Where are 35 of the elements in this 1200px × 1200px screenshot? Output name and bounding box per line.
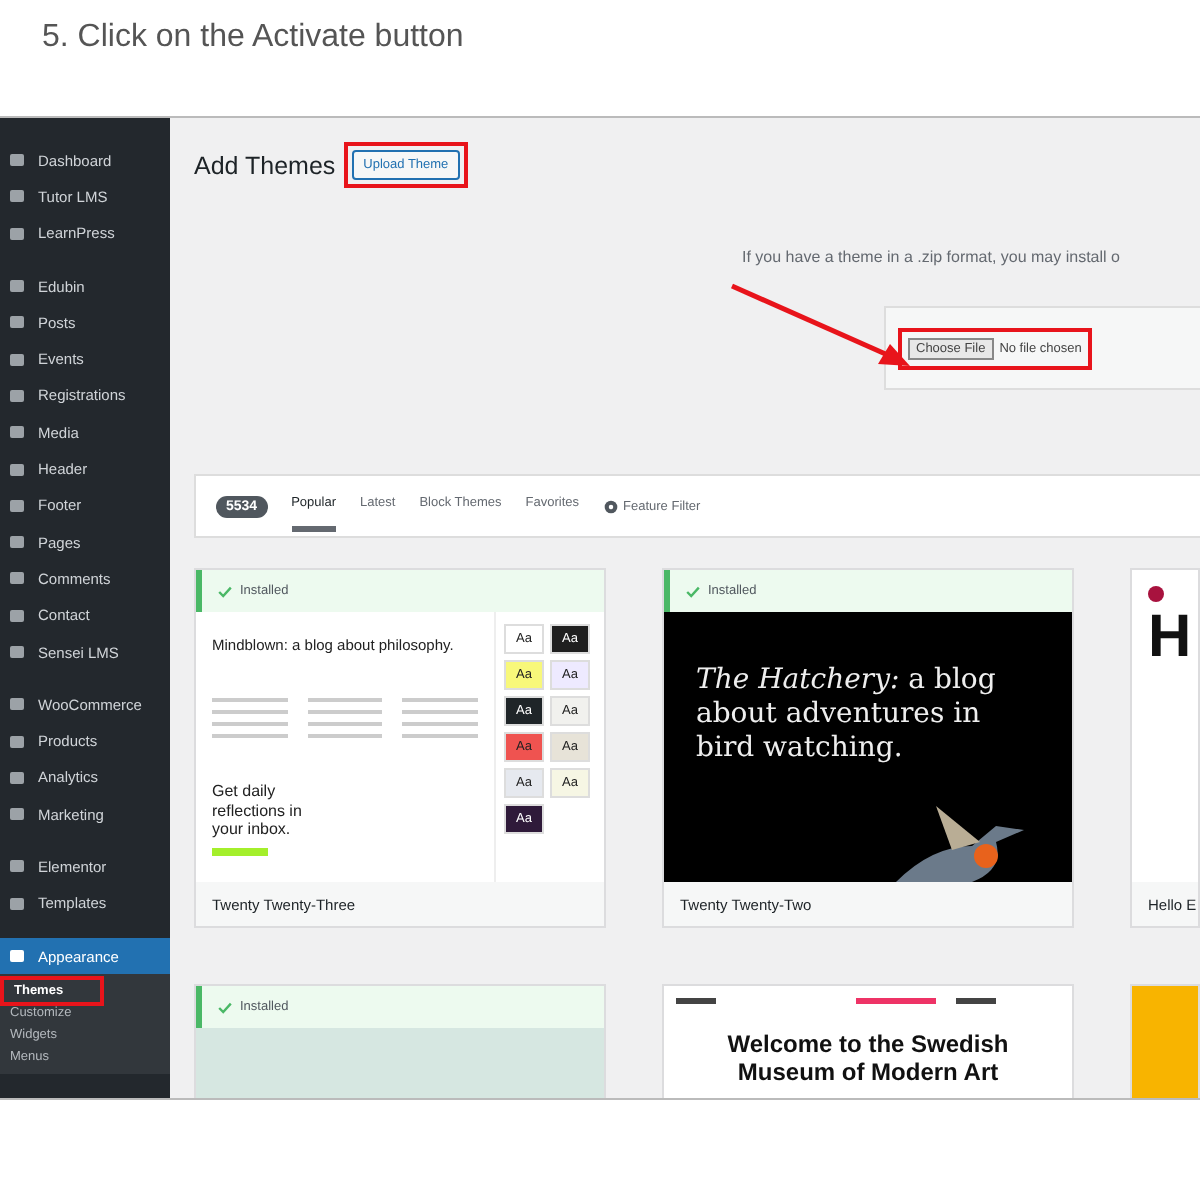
page-title: Add Themes: [194, 151, 336, 179]
menu-icon: [10, 353, 24, 366]
gear-icon: [603, 499, 618, 513]
menu-icon: [10, 316, 24, 329]
menu-icon: [10, 698, 24, 711]
preview-headline: The Hatchery: a blog about adventures in bird watching.: [694, 662, 998, 765]
menu-icon: [10, 771, 24, 784]
upload-description: If you have a theme in a .zip format, you may install o: [742, 248, 1122, 266]
menu-icon: [10, 154, 24, 167]
preview-headline: Welcome to the Swedish Museum of Modern Art: [725, 1032, 1011, 1088]
menu-icon: [10, 609, 24, 622]
checkmark-icon: [218, 585, 232, 597]
menu-icon: [10, 572, 24, 585]
menu-icon: [10, 280, 24, 293]
menu-icon: [10, 950, 24, 963]
preview-subscribe-text: Get daily reflections in your inbox.: [212, 782, 304, 840]
checkmark-icon: [218, 1001, 232, 1013]
menu-icon: [10, 227, 24, 240]
menu-icon: [10, 463, 24, 476]
menu-icon: [10, 646, 24, 658]
menu-icon: [10, 389, 24, 402]
menu-icon: [10, 426, 24, 439]
menu-icon: [10, 499, 24, 512]
menu-icon: [10, 808, 24, 821]
menu-icon: [10, 897, 24, 910]
menu-icon: [10, 190, 24, 203]
logo-dot-icon: [1148, 586, 1164, 602]
preview-button-drawing: [212, 847, 268, 856]
step-caption: 5. Click on the Activate button: [40, 18, 466, 58]
menu-icon: [10, 536, 24, 549]
theme-card[interactable]: Welcome to the Swedish Museum of Modern Art: [662, 984, 1074, 1098]
menu-icon: [10, 735, 24, 748]
menu-icon: [10, 860, 24, 873]
checkmark-icon: [686, 585, 700, 597]
preview-headline: H: [1148, 602, 1192, 674]
